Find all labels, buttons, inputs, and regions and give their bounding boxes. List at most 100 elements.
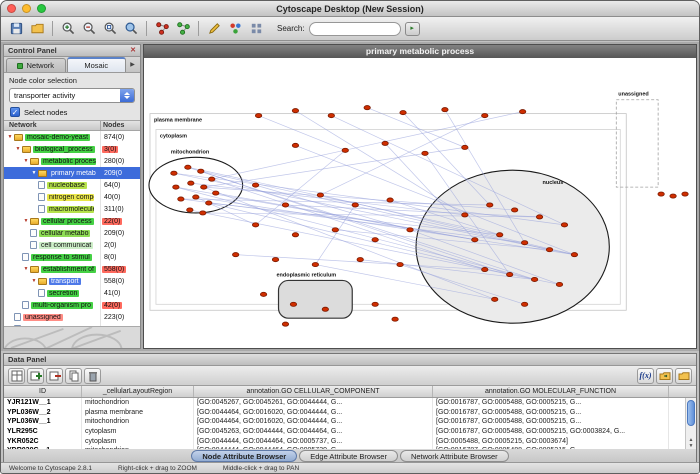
network-node[interactable]: [317, 193, 323, 197]
close-panel-icon[interactable]: ✕: [130, 47, 136, 55]
tab-node-attribute-browser[interactable]: Node Attribute Browser: [191, 450, 297, 462]
table-row[interactable]: YLR295Ccytoplasm[GO:0045263, GO:0044444,…: [4, 427, 696, 437]
scrollbar-thumb[interactable]: [687, 400, 695, 426]
tree-item-metabolic-process[interactable]: ▼metabolic process280(0): [4, 155, 140, 167]
network-node[interactable]: [422, 151, 428, 155]
tree-item-nitrogen-compo[interactable]: nitrogen compo40(0): [4, 191, 140, 203]
tree-item-primary-metabo[interactable]: ▼primary metabo209(0: [4, 167, 140, 179]
network-node[interactable]: [407, 228, 413, 232]
tab-mosaic[interactable]: Mosaic: [67, 57, 127, 72]
delete-attribute-button[interactable]: [46, 368, 63, 384]
select-columns-button[interactable]: [8, 368, 25, 384]
tree-item-multi-organism-pro[interactable]: multi-organism pro42(0): [4, 299, 140, 311]
table-row[interactable]: YJR121W__1mitochondrion[GO:0045267, GO:0…: [4, 398, 696, 408]
network-node[interactable]: [462, 145, 468, 149]
network-node[interactable]: [492, 297, 498, 301]
zoom-in-button[interactable]: [58, 19, 78, 39]
column-header[interactable]: ID: [4, 386, 82, 397]
network-node[interactable]: [282, 203, 288, 207]
search-go-button[interactable]: ▸: [405, 22, 420, 36]
network-node[interactable]: [382, 141, 388, 145]
network-node[interactable]: [206, 201, 212, 205]
network-node[interactable]: [521, 302, 527, 306]
zoom-out-button[interactable]: [79, 19, 99, 39]
network-node[interactable]: [272, 258, 278, 262]
formula-builder-button[interactable]: f(x): [637, 368, 654, 384]
network-node[interactable]: [531, 277, 537, 281]
network-node[interactable]: [682, 192, 688, 196]
network-node[interactable]: [322, 307, 328, 311]
delete-row-button[interactable]: [84, 368, 101, 384]
table-scrollbar[interactable]: ▲▼: [685, 398, 696, 449]
network-node[interactable]: [400, 111, 406, 115]
column-header[interactable]: _cellularLayoutRegion: [82, 386, 194, 397]
network-node[interactable]: [292, 233, 298, 237]
save-session-button[interactable]: [6, 19, 26, 39]
network-node[interactable]: [387, 198, 393, 202]
network-node[interactable]: [178, 197, 184, 201]
expand-arrow-icon[interactable]: ▼: [30, 278, 38, 284]
tree-item-response-to-stimul[interactable]: response to stimul8(0): [4, 251, 140, 263]
network-node[interactable]: [292, 109, 298, 113]
column-header[interactable]: annotation.GO CELLULAR_COMPONENT: [194, 386, 433, 397]
tab-network[interactable]: Network: [6, 58, 66, 72]
tree-item-cellular-process[interactable]: ▼cellular process22(0): [4, 215, 140, 227]
network-node[interactable]: [497, 233, 503, 237]
column-header[interactable]: annotation.GO MOLECULAR_FUNCTION: [433, 386, 669, 397]
network-node[interactable]: [521, 241, 527, 245]
network-canvas[interactable]: plasma membranecytoplasmmitochondrionnuc…: [144, 58, 696, 348]
tab-network-attribute-browser[interactable]: Network Attribute Browser: [400, 450, 509, 462]
create-attribute-button[interactable]: [27, 368, 44, 384]
network-node[interactable]: [392, 317, 398, 321]
network-node[interactable]: [561, 223, 567, 227]
tree-item-establishment-of-lo[interactable]: ▼establishment of lo558(0): [4, 263, 140, 275]
network-node[interactable]: [252, 183, 258, 187]
expand-arrow-icon[interactable]: ▼: [6, 134, 14, 140]
table-row[interactable]: YPL036W__1mitochondrion[GO:0044464, GO:0…: [4, 417, 696, 427]
network-node[interactable]: [292, 143, 298, 147]
network-node[interactable]: [536, 215, 542, 219]
zoom-fit-button[interactable]: [121, 19, 141, 39]
first-neighbors-button[interactable]: [152, 19, 172, 39]
open-attribute-file-button[interactable]: [675, 368, 692, 384]
search-input[interactable]: [309, 22, 401, 36]
select-nodes-checkbox[interactable]: ✓: [10, 107, 20, 117]
expand-arrow-icon[interactable]: ▼: [22, 158, 30, 164]
tree-item-biological-process[interactable]: ▼biological_process3(0): [4, 143, 140, 155]
network-node[interactable]: [482, 267, 488, 271]
network-node[interactable]: [571, 253, 577, 257]
expand-arrow-icon[interactable]: ▼: [30, 170, 38, 176]
network-node[interactable]: [506, 272, 512, 276]
network-node[interactable]: [357, 258, 363, 262]
network-node[interactable]: [193, 195, 199, 199]
network-node[interactable]: [188, 181, 194, 185]
zoom-selected-button[interactable]: [100, 19, 120, 39]
network-node[interactable]: [185, 165, 191, 169]
network-node[interactable]: [252, 223, 258, 227]
network-node[interactable]: [482, 114, 488, 118]
network-node[interactable]: [290, 302, 296, 306]
network-node[interactable]: [546, 248, 552, 252]
tree-item-nucleobase[interactable]: nucleobase64(0): [4, 179, 140, 191]
network-node[interactable]: [171, 171, 177, 175]
tree-item-mosaic-demo-yeast[interactable]: ▼mosaic-demo-yeast874(0): [4, 131, 140, 143]
network-node[interactable]: [352, 203, 358, 207]
copy-attribute-button[interactable]: [65, 368, 82, 384]
network-node[interactable]: [342, 148, 348, 152]
network-node[interactable]: [511, 208, 517, 212]
network-node[interactable]: [312, 262, 318, 266]
tree-item-macromolecule[interactable]: macromolecule311(0): [4, 203, 140, 215]
color-attribute-dropdown[interactable]: transporter activity: [9, 88, 135, 103]
network-node[interactable]: [372, 238, 378, 242]
vizmapper-button[interactable]: [225, 19, 245, 39]
network-node[interactable]: [332, 228, 338, 232]
expand-arrow-icon[interactable]: ▼: [22, 218, 30, 224]
tree-item-overview[interactable]: Overview8(0): [4, 323, 140, 326]
network-node[interactable]: [328, 114, 334, 118]
network-node[interactable]: [255, 114, 261, 118]
tab-edge-attribute-browser[interactable]: Edge Attribute Browser: [299, 450, 398, 462]
tree-item-cell-communicat[interactable]: cell communicat2(0): [4, 239, 140, 251]
tree-item-transport[interactable]: ▼transport558(0): [4, 275, 140, 287]
layout-button[interactable]: [246, 19, 266, 39]
network-node[interactable]: [556, 282, 562, 286]
